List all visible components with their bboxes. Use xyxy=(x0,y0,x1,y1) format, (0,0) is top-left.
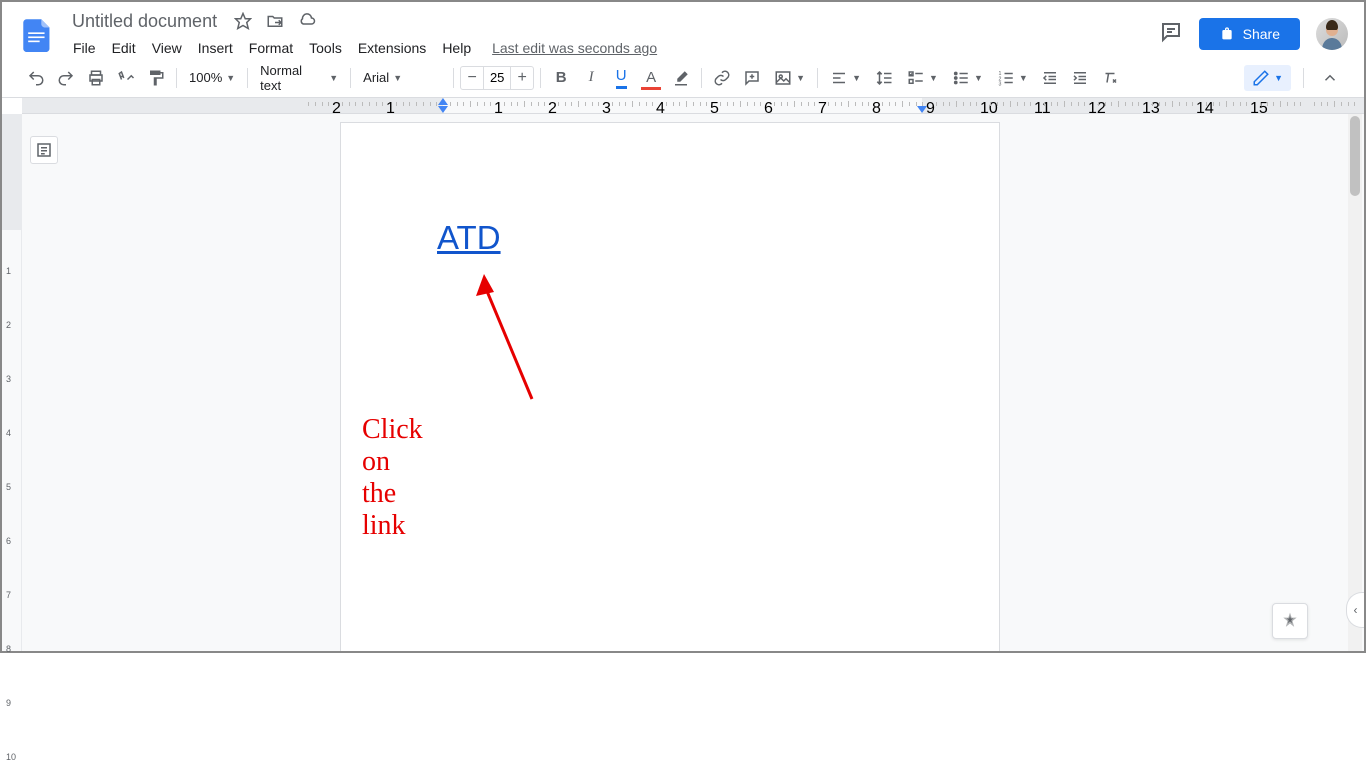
increase-indent-button[interactable] xyxy=(1066,64,1094,92)
align-button[interactable]: ▼ xyxy=(824,65,867,91)
docs-logo[interactable] xyxy=(18,14,58,54)
comments-icon[interactable] xyxy=(1159,20,1183,49)
document-page[interactable]: ATD xyxy=(340,122,1000,651)
app-header: Untitled document File Edit View Insert … xyxy=(2,2,1364,58)
menu-extensions[interactable]: Extensions xyxy=(351,36,433,60)
style-dropdown[interactable]: Normal text▼ xyxy=(254,59,344,97)
undo-button[interactable] xyxy=(22,64,50,92)
font-dropdown[interactable]: Arial▼ xyxy=(357,66,447,89)
document-area: ATD Click on the link xyxy=(22,114,1364,651)
text-color-button[interactable]: A xyxy=(637,64,665,92)
menu-file[interactable]: File xyxy=(66,36,103,60)
toolbar: 100%▼ Normal text▼ Arial▼ − + B I U A ▼ … xyxy=(2,58,1364,98)
document-link[interactable]: ATD xyxy=(437,219,501,256)
line-spacing-button[interactable] xyxy=(869,65,899,91)
italic-button[interactable]: I xyxy=(577,64,605,92)
font-size-increase[interactable]: + xyxy=(511,67,533,89)
cloud-icon[interactable] xyxy=(295,9,319,33)
redo-button[interactable] xyxy=(52,64,80,92)
bold-button[interactable]: B xyxy=(547,64,575,92)
menu-bar: File Edit View Insert Format Tools Exten… xyxy=(66,36,1159,60)
insert-image-button[interactable]: ▼ xyxy=(768,65,811,91)
paint-format-button[interactable] xyxy=(142,64,170,92)
menu-help[interactable]: Help xyxy=(435,36,478,60)
spellcheck-button[interactable] xyxy=(112,64,140,92)
user-avatar[interactable] xyxy=(1316,18,1348,50)
horizontal-ruler[interactable]: 21123456789101112131415 xyxy=(22,98,1364,114)
document-title[interactable]: Untitled document xyxy=(66,9,223,34)
add-comment-button[interactable] xyxy=(738,64,766,92)
bulleted-list-button[interactable]: ▼ xyxy=(946,65,989,91)
decrease-indent-button[interactable] xyxy=(1036,64,1064,92)
hide-menus-button[interactable] xyxy=(1316,64,1344,92)
numbered-list-button[interactable]: 123▼ xyxy=(991,65,1034,91)
menu-view[interactable]: View xyxy=(145,36,189,60)
zoom-dropdown[interactable]: 100%▼ xyxy=(183,66,241,89)
move-icon[interactable] xyxy=(263,9,287,33)
font-size-decrease[interactable]: − xyxy=(461,67,483,89)
font-size-group: − + xyxy=(460,66,534,90)
star-icon[interactable] xyxy=(231,9,255,33)
explore-button[interactable] xyxy=(1272,603,1308,639)
underline-button[interactable]: U xyxy=(607,64,635,92)
menu-tools[interactable]: Tools xyxy=(302,36,349,60)
title-area: Untitled document File Edit View Insert … xyxy=(66,9,1159,60)
editing-mode-button[interactable]: ▼ xyxy=(1244,65,1291,91)
canvas-area: 12345678910 ATD Click on the link ‹ xyxy=(2,114,1364,651)
print-button[interactable] xyxy=(82,64,110,92)
svg-text:3: 3 xyxy=(998,81,1001,87)
last-edit-link[interactable]: Last edit was seconds ago xyxy=(492,40,657,56)
clear-formatting-button[interactable] xyxy=(1096,64,1124,92)
outline-button[interactable] xyxy=(30,136,58,164)
vertical-ruler[interactable]: 12345678910 xyxy=(2,114,22,651)
share-button[interactable]: Share xyxy=(1199,18,1300,50)
checklist-button[interactable]: ▼ xyxy=(901,65,944,91)
menu-edit[interactable]: Edit xyxy=(105,36,143,60)
share-label: Share xyxy=(1243,26,1280,42)
menu-format[interactable]: Format xyxy=(242,36,300,60)
font-size-input[interactable] xyxy=(483,67,511,89)
vertical-scrollbar[interactable] xyxy=(1348,114,1362,651)
menu-insert[interactable]: Insert xyxy=(191,36,240,60)
insert-link-button[interactable] xyxy=(708,64,736,92)
highlight-button[interactable] xyxy=(667,64,695,92)
